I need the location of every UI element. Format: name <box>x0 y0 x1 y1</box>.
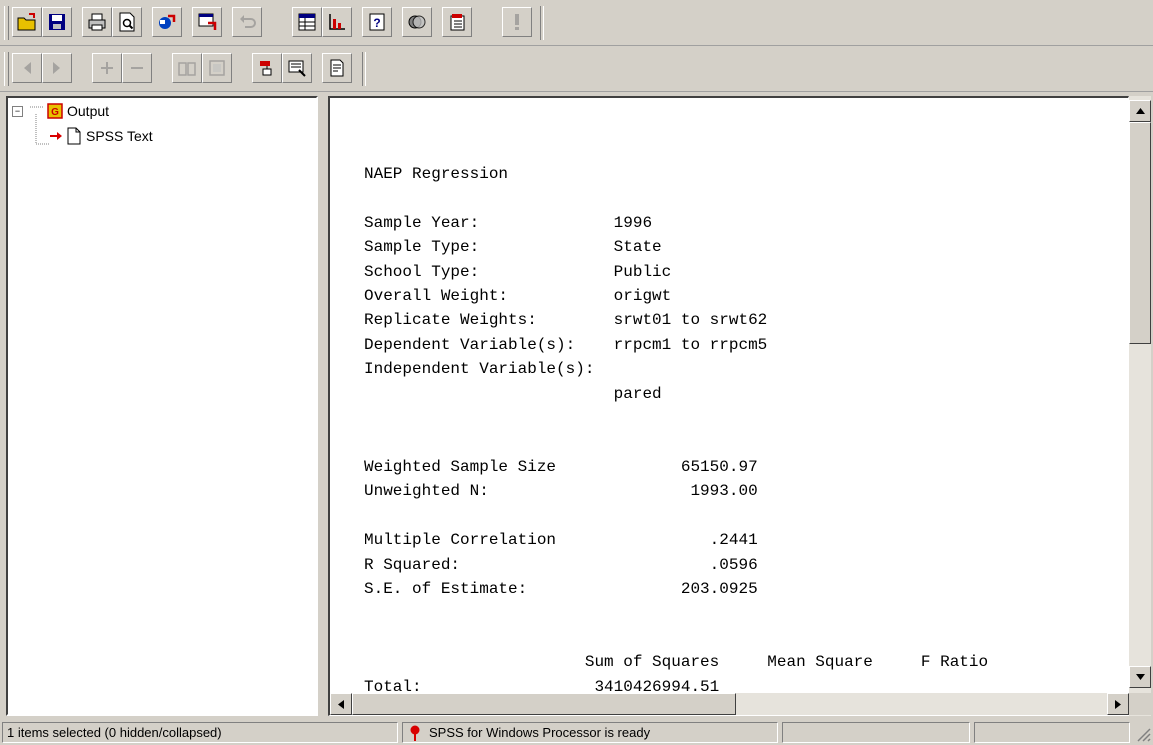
use-sets-icon <box>408 15 426 29</box>
output-book-icon: G <box>47 103 63 119</box>
designate-window-icon <box>450 14 465 31</box>
tree-node-spss-text[interactable]: SPSS Text <box>50 127 153 145</box>
outline-pane: − G Output SPSS Text <box>6 96 318 716</box>
print-icon <box>88 13 106 31</box>
vertical-scrollbar[interactable] <box>1129 96 1151 716</box>
promote-button[interactable] <box>12 53 42 83</box>
processor-status-text: SPSS for Windows Processor is ready <box>429 725 651 740</box>
insert-text-icon <box>330 59 344 77</box>
variables-icon: ? <box>369 13 385 31</box>
collapse-icon <box>131 67 143 69</box>
export-icon <box>159 14 176 29</box>
toolbar-grip[interactable] <box>4 52 9 86</box>
undo-icon <box>240 15 256 28</box>
outline-toolbar <box>0 46 1153 92</box>
expand-button[interactable] <box>92 53 122 83</box>
svg-text:?: ? <box>373 16 380 30</box>
run-icon <box>515 14 519 30</box>
toolbar-grip[interactable] <box>4 6 9 40</box>
tree-node-output[interactable]: − G Output <box>12 102 109 120</box>
dialog-recall-button[interactable] <box>192 7 222 37</box>
show-icon <box>178 62 196 76</box>
collapse-toggle-icon[interactable]: − <box>12 105 23 117</box>
collapse-button[interactable] <box>122 53 152 83</box>
expand-icon <box>101 62 113 74</box>
horizontal-scroll-thumb[interactable] <box>352 693 736 715</box>
goto-data-icon <box>298 13 316 31</box>
use-sets-button[interactable] <box>402 7 432 37</box>
insert-title-button[interactable] <box>282 53 312 83</box>
main-toolbar: ? <box>0 0 1153 46</box>
status-bar: 1 items selected (0 hidden/collapsed) SP… <box>0 720 1153 745</box>
status-panel-empty <box>782 722 970 743</box>
hide-icon <box>209 60 225 76</box>
scroll-down-button[interactable] <box>1129 666 1151 688</box>
spss-output-text[interactable]: NAEP Regression Sample Year: 1996 Sample… <box>364 162 988 699</box>
dialog-recall-icon <box>198 13 217 30</box>
tree-node-label: Output <box>67 103 110 119</box>
svg-text:G: G <box>51 107 59 118</box>
toolbar-separator <box>540 6 544 40</box>
goto-data-button[interactable] <box>292 7 322 37</box>
status-panel-empty <box>974 722 1130 743</box>
goto-chart-button[interactable] <box>322 7 352 37</box>
undo-button[interactable] <box>232 7 262 37</box>
resize-grip-icon[interactable] <box>1135 726 1151 742</box>
pane-splitter[interactable] <box>318 96 328 716</box>
designate-window-button[interactable] <box>442 7 472 37</box>
processor-status-icon <box>410 725 420 741</box>
selection-status: 1 items selected (0 hidden/collapsed) <box>2 722 398 743</box>
print-preview-button[interactable] <box>112 7 142 37</box>
variables-button[interactable]: ? <box>362 7 392 37</box>
insert-title-icon <box>288 60 306 77</box>
open-icon <box>17 13 36 31</box>
arrow-up-icon <box>1135 108 1145 114</box>
hide-button[interactable] <box>202 53 232 83</box>
run-button[interactable] <box>502 7 532 37</box>
show-button[interactable] <box>172 53 202 83</box>
save-button[interactable] <box>42 7 72 37</box>
scrollbar-corner <box>1129 693 1151 715</box>
text-document-icon <box>67 127 81 145</box>
demote-button[interactable] <box>42 53 72 83</box>
save-icon <box>49 14 65 30</box>
insert-heading-icon <box>260 61 272 76</box>
print-preview-icon <box>119 12 135 32</box>
insert-text-button[interactable] <box>322 53 352 83</box>
arrow-left-icon <box>338 699 344 709</box>
scroll-right-button[interactable] <box>1107 693 1129 715</box>
export-button[interactable] <box>152 7 182 37</box>
horizontal-scrollbar[interactable] <box>330 693 1129 715</box>
processor-status-panel: SPSS for Windows Processor is ready <box>402 722 778 743</box>
promote-icon <box>24 62 31 74</box>
demote-icon <box>53 62 60 74</box>
tree-node-label: SPSS Text <box>86 128 153 144</box>
arrow-right-icon <box>1115 699 1121 709</box>
scroll-left-button[interactable] <box>330 693 352 715</box>
arrow-down-icon <box>1135 674 1145 680</box>
print-button[interactable] <box>82 7 112 37</box>
selected-arrow-icon <box>50 132 62 140</box>
open-button[interactable] <box>12 7 42 37</box>
vertical-scroll-thumb[interactable] <box>1129 122 1151 344</box>
insert-heading-button[interactable] <box>252 53 282 83</box>
output-content-pane: NAEP Regression Sample Year: 1996 Sample… <box>328 96 1129 716</box>
goto-chart-icon <box>329 14 345 30</box>
toolbar-separator <box>362 52 366 86</box>
scroll-up-button[interactable] <box>1129 100 1151 122</box>
